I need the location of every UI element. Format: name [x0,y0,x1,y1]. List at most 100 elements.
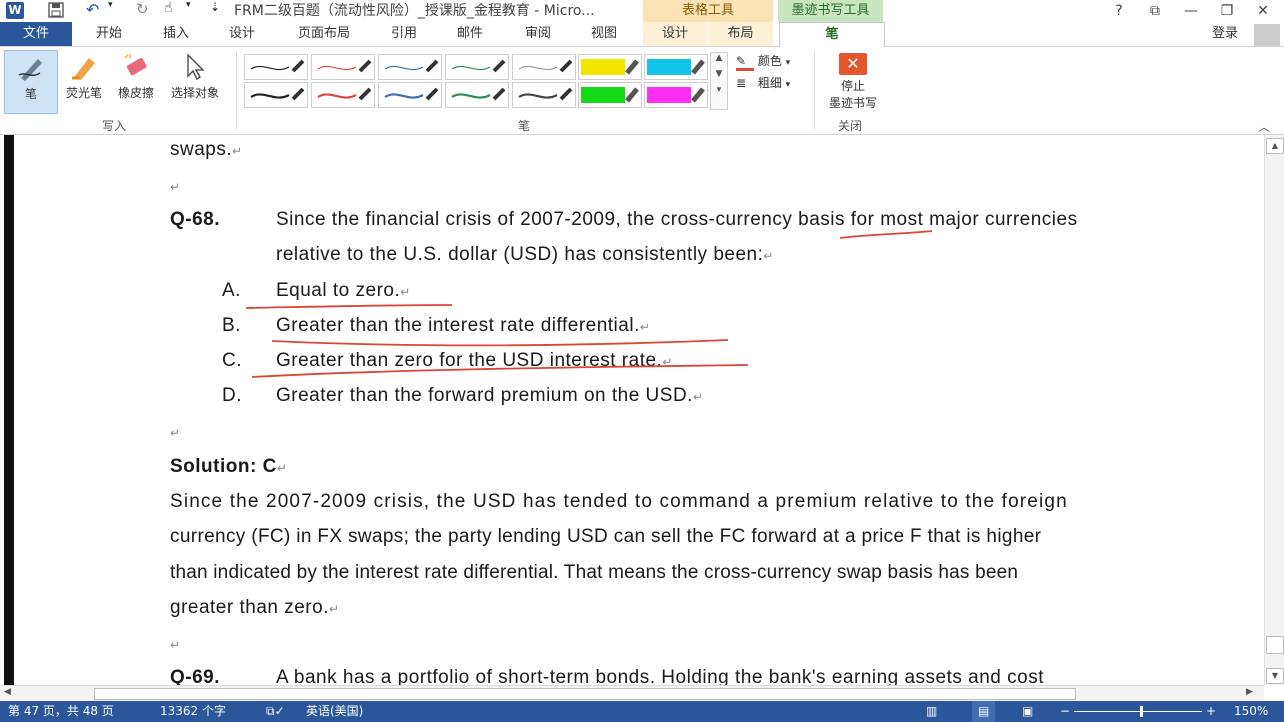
close-icon: ✕ [839,53,867,75]
word-app-icon[interactable]: W [6,2,24,19]
horizontal-scroll-thumb[interactable] [94,688,1076,700]
pen-gallery-scrollbar[interactable]: ▲ ▼ ▾ [710,52,728,110]
scroll-down-icon[interactable]: ▼ [1266,668,1284,684]
solution-line-1: Since the 2007-2009 crisis, the USD has … [170,491,1068,512]
context-ink-tools-label: 墨迹书写工具 [791,3,870,18]
close-button[interactable]: ✕ [1246,0,1280,22]
scroll-up-icon[interactable]: ▲ [1266,138,1284,154]
paragraph-mark: ↵ [170,638,181,652]
scroll-left-icon[interactable]: ◀ [4,687,11,697]
tab-table-layout[interactable]: 布局 [708,22,773,46]
highlighter-swatch-green[interactable] [578,82,642,108]
eraser-tool-button[interactable]: 橡皮擦 [110,50,162,112]
zoom-out-button[interactable]: − [1060,701,1070,722]
gallery-up-icon[interactable]: ▲ [711,53,727,63]
pen-swatch-blue-thin[interactable] [378,54,442,80]
zoom-slider-thumb[interactable] [1140,706,1143,717]
touch-dropdown-icon[interactable]: ▾ [186,0,191,10]
proofing-icon[interactable]: ⧉✓ [266,701,285,722]
highlighter-swatch-magenta[interactable] [644,82,708,108]
customize-toolbar-icon[interactable]: ⇣ [210,0,220,14]
print-layout-icon[interactable]: ▤ [972,701,996,722]
pen-swatch-black-thin[interactable] [244,54,308,80]
pen-weight-label: 粗细 [757,76,782,90]
tab-insert[interactable]: 插入 [148,22,204,46]
highlighter-icon [69,52,99,82]
vertical-scroll-thumb[interactable] [1266,636,1284,654]
pen-swatch-dark-thick[interactable] [512,82,576,108]
web-layout-icon[interactable]: ▣ [1022,701,1033,722]
help-button[interactable]: ? [1102,0,1136,22]
pen-swatch-blue-thick[interactable] [378,82,442,108]
zoom-slider[interactable] [1074,711,1202,712]
solution-line-2: currency (FC) in FX swaps; the party len… [170,526,1042,547]
read-mode-icon[interactable]: ▥ [926,701,937,722]
tab-table-design[interactable]: 设计 [643,22,707,46]
gallery-more-icon[interactable]: ▾ [711,85,727,95]
collapse-ribbon-icon[interactable]: ︿ [1258,118,1270,135]
minimize-button[interactable]: — [1174,0,1208,22]
save-icon[interactable] [48,2,64,18]
pen-color-icon: ✎ [736,54,754,71]
ink-underline-basis [839,230,933,239]
undo-icon[interactable]: ↶ [86,0,99,19]
solution-label-text: Solution: C [170,456,277,477]
status-bar: 第 47 页，共 48 页 13362 个字 ⧉✓ 英语(美国) ▥ ▤ ▣ −… [0,701,1284,722]
ink-underline-option-b [271,339,729,347]
tab-mailings[interactable]: 邮件 [442,22,498,46]
vertical-scrollbar[interactable] [1264,135,1284,685]
write-group-label: 写入 [102,119,127,133]
page-count[interactable]: 第 47 页，共 48 页 [8,701,114,722]
group-divider [236,52,237,130]
pen-swatch-red-thin[interactable] [311,54,375,80]
highlighter-swatch-cyan[interactable] [644,54,708,80]
tab-design[interactable]: 设计 [214,22,270,46]
select-arrow-icon [180,52,210,82]
word-count[interactable]: 13362 个字 [160,701,226,722]
avatar[interactable] [1254,24,1280,46]
scroll-right-icon[interactable]: ▶ [1246,687,1253,697]
pen-weight-icon: ≣ [736,76,747,90]
tab-file[interactable]: 文件 [0,22,72,46]
pen-swatch-red-thick[interactable] [311,82,375,108]
maximize-button[interactable]: ❐ [1210,0,1244,22]
select-objects-button[interactable]: 选择对象 [162,50,228,112]
redo-icon[interactable]: ↻ [136,0,149,18]
stop-inking-label-2: 墨迹书写 [828,96,877,110]
pen-color-button[interactable]: ✎ 颜色 ▾ [736,52,790,71]
tab-review[interactable]: 审阅 [510,22,566,46]
pen-weight-button[interactable]: ≣ 粗细 ▾ [736,74,790,91]
tab-page-layout[interactable]: 页面布局 [282,22,366,46]
ink-underline-option-a [245,304,453,309]
group-divider [814,52,815,130]
stop-inking-button[interactable]: ✕ 停止 墨迹书写 [822,50,884,114]
pen-swatch-green-thin[interactable] [445,54,509,80]
eraser-tool-label: 橡皮擦 [117,86,154,100]
ribbon-display-options-button[interactable]: ⧉ [1138,0,1172,22]
pen-swatch-black-thick[interactable] [244,82,308,108]
gallery-down-icon[interactable]: ▼ [711,69,727,79]
close-group-label: 关闭 [838,119,863,133]
context-table-tools-label: 表格工具 [681,3,734,18]
solution-label: Solution: C↵ [170,456,287,478]
highlighter-swatch-yellow[interactable] [578,54,642,80]
undo-dropdown-icon[interactable]: ▾ [108,0,113,10]
touch-mode-icon[interactable]: ☝ [164,0,173,16]
pen-tool-button[interactable]: 笔 [4,50,58,114]
tab-pen[interactable]: 笔 [779,22,885,48]
pen-swatch-green-thick[interactable] [445,82,509,108]
zoom-in-button[interactable]: + [1206,701,1216,722]
highlighter-tool-button[interactable]: 荧光笔 [58,50,110,112]
zoom-level[interactable]: 150% [1234,701,1268,722]
paragraph-mark: ↵ [328,602,340,616]
tab-home[interactable]: 开始 [80,22,138,46]
chevron-down-icon: ▾ [785,80,791,90]
sign-in-link[interactable]: 登录 [1212,22,1238,46]
highlighter-tool-label: 荧光笔 [65,86,102,100]
stop-inking-label-1: 停止 [840,79,865,93]
tab-references[interactable]: 引用 [376,22,432,46]
language[interactable]: 英语(美国) [306,701,363,722]
pen-swatch-gray-thin[interactable] [512,54,576,80]
ink-underline-option-c [251,364,749,378]
tab-view[interactable]: 视图 [576,22,632,46]
